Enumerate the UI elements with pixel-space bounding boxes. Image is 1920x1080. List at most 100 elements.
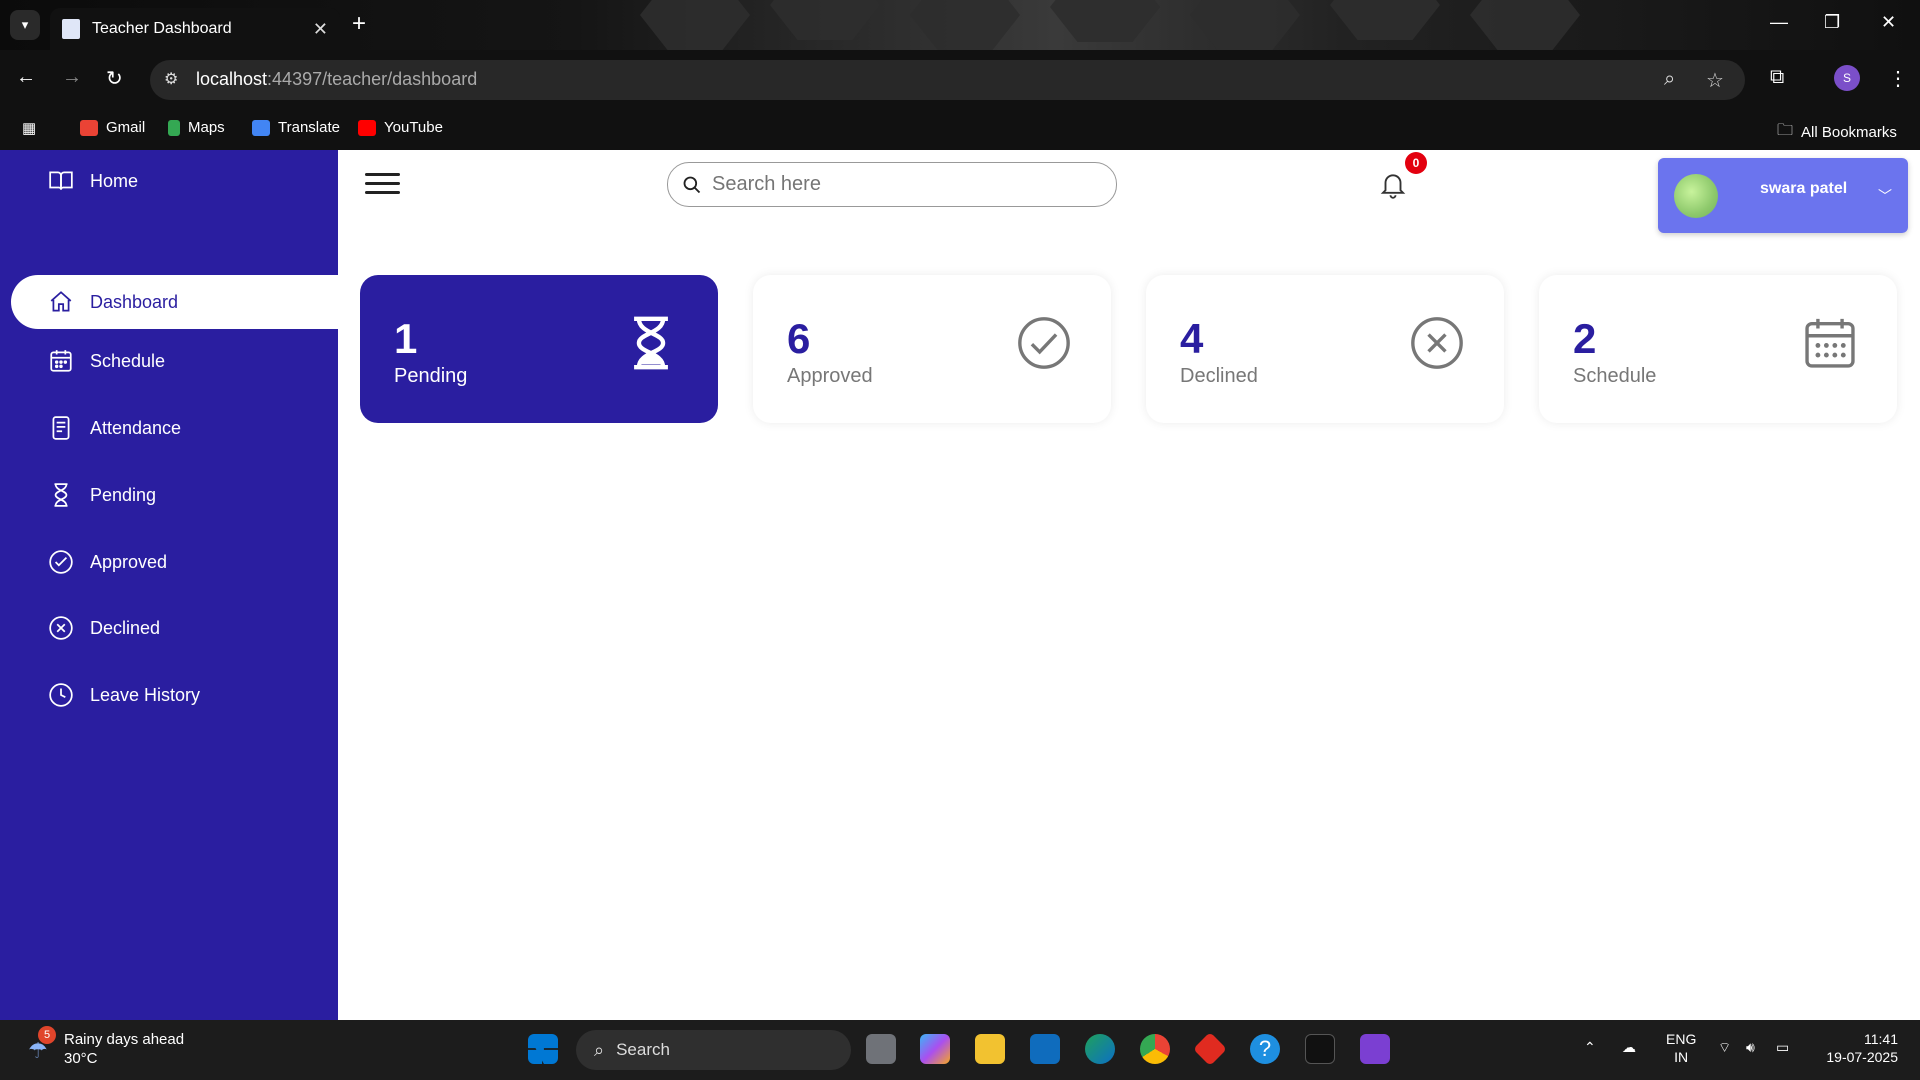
hamburger-menu-icon[interactable] — [365, 173, 400, 195]
stat-value: 1 — [394, 315, 418, 362]
visual-studio-icon[interactable] — [1360, 1034, 1390, 1064]
stat-card-approved[interactable]: 6 Approved — [753, 275, 1111, 423]
profile-avatar[interactable]: S — [1834, 65, 1860, 91]
tab-title: Teacher Dashboard — [92, 20, 232, 37]
weather-badge: 5 — [38, 1026, 56, 1044]
show-hidden-icons[interactable]: ⌃ — [1584, 1038, 1596, 1056]
forward-icon[interactable]: → — [62, 66, 82, 89]
taskbar-search-label: Search — [616, 1040, 670, 1059]
bookmark-translate[interactable]: Translate — [252, 119, 340, 136]
sidebar-item-approved[interactable]: Approved — [48, 549, 167, 575]
sidebar-item-pending[interactable]: Pending — [48, 482, 156, 508]
close-tab-icon[interactable]: ✕ — [313, 19, 328, 40]
bookmark-star-icon[interactable]: ☆ — [1706, 68, 1724, 93]
sidebar-item-label: Declined — [90, 617, 161, 638]
os-taskbar: ☂ 5 Rainy days ahead 30°C ⌕ Search ? ⌃ ☁… — [0, 1020, 1920, 1080]
back-icon[interactable]: ← — [16, 66, 36, 89]
extensions-icon[interactable]: ⧉ — [1770, 66, 1784, 89]
reload-icon[interactable]: ↻ — [106, 66, 123, 91]
bookmark-gmail[interactable]: Gmail — [80, 119, 145, 136]
language-indicator[interactable]: ENG IN — [1666, 1030, 1696, 1066]
stat-card-schedule[interactable]: 2 Schedule — [1539, 275, 1897, 423]
all-bookmarks[interactable]: 🗀 All Bookmarks — [1777, 119, 1897, 146]
tab-search-button[interactable]: ▾ — [10, 10, 40, 40]
bookmark-label: YouTube — [384, 119, 443, 136]
weather-icon: ☂ 5 — [24, 1026, 56, 1063]
url-host: localhost — [196, 69, 268, 89]
gmail-icon — [80, 119, 98, 136]
copilot-icon[interactable] — [920, 1034, 950, 1064]
windows-start-icon[interactable] — [528, 1034, 558, 1064]
bookmark-maps[interactable]: Maps — [168, 119, 225, 136]
sidebar-item-leave-history[interactable]: Leave History — [48, 682, 200, 708]
language-code: ENG — [1666, 1031, 1697, 1047]
weather-widget[interactable]: ☂ 5 Rainy days ahead 30°C — [24, 1026, 184, 1068]
browser-tab-strip: ▾ Teacher Dashboard ✕ + — ❐ ✕ — [0, 0, 1920, 50]
wifi-icon[interactable]: ⌔ — [1718, 1038, 1731, 1056]
hourglass-icon — [634, 316, 668, 370]
sidebar-item-label: Leave History — [90, 684, 201, 705]
sidebar-item-dashboard[interactable]: Dashboard — [11, 275, 338, 329]
store-icon[interactable] — [1030, 1034, 1060, 1064]
volume-icon[interactable]: 🔊︎ — [1746, 1038, 1755, 1056]
browser-tab[interactable]: Teacher Dashboard ✕ — [50, 8, 340, 50]
hourglass-icon — [54, 483, 68, 507]
bookmark-label: Maps — [188, 119, 225, 136]
task-view-icon[interactable] — [866, 1034, 896, 1064]
url-text[interactable]: localhost:44397/teacher/dashboard — [196, 69, 477, 90]
sidebar-item-label: Schedule — [90, 350, 166, 371]
minimize-icon[interactable]: — — [1770, 12, 1788, 33]
app-diamond-icon[interactable] — [1193, 1032, 1227, 1066]
taskbar-search[interactable]: ⌕ Search — [576, 1030, 851, 1070]
zoom-icon[interactable]: ⌕ — [1664, 68, 1675, 91]
apps-grid-icon[interactable]: ▦ — [22, 119, 36, 137]
region-code: IN — [1674, 1049, 1689, 1065]
check-circle-icon — [1018, 317, 1070, 369]
search-icon: ⌕ — [594, 1039, 605, 1060]
youtube-icon — [358, 119, 376, 136]
menu-kebab-icon[interactable]: ⋮ — [1888, 66, 1908, 91]
address-bar[interactable]: ⚙ localhost:44397/teacher/dashboard ⌕ ☆ — [150, 60, 1745, 100]
site-info-icon[interactable]: ⚙ — [164, 69, 188, 91]
edge-icon[interactable] — [1085, 1034, 1115, 1064]
sidebar-item-attendance[interactable]: Attendance — [48, 415, 181, 441]
onedrive-icon[interactable]: ☁ — [1622, 1038, 1636, 1056]
clock[interactable]: 11:41 19-07-2025 — [1818, 1030, 1898, 1066]
user-menu[interactable]: swara patel ﹀ — [1658, 158, 1908, 233]
x-circle-icon — [1411, 317, 1463, 369]
restore-icon[interactable]: ❐ — [1824, 12, 1840, 33]
search-box[interactable] — [667, 162, 1117, 207]
sidebar-item-home[interactable]: Home — [48, 168, 138, 194]
stat-card-pending[interactable]: 1 Pending — [360, 275, 718, 423]
notification-badge: 0 — [1405, 152, 1427, 174]
file-explorer-icon[interactable] — [975, 1034, 1005, 1064]
wallpaper-shape — [1470, 0, 1580, 50]
help-icon[interactable]: ? — [1250, 1034, 1280, 1064]
new-tab-button[interactable]: + — [352, 12, 366, 36]
url-path: :44397/teacher/dashboard — [267, 69, 478, 89]
sidebar-item-declined[interactable]: Declined — [48, 615, 160, 641]
search-icon — [683, 176, 701, 193]
sidebar-item-schedule[interactable]: Schedule — [48, 348, 165, 374]
search-input[interactable] — [712, 173, 1092, 196]
clock-icon — [49, 683, 73, 707]
stat-card-declined[interactable]: 4 Declined — [1146, 275, 1504, 423]
battery-icon[interactable]: ▭ — [1776, 1038, 1789, 1056]
user-name: swara patel — [1760, 180, 1848, 197]
bookmarks-bar: ▦ Gmail Maps Translate YouTube 🗀 All Book… — [0, 108, 1920, 150]
wallpaper-shape — [1330, 0, 1440, 40]
stat-value: 4 — [1180, 315, 1204, 362]
bookmark-label: Gmail — [106, 119, 146, 136]
close-window-icon[interactable]: ✕ — [1881, 12, 1896, 33]
bell-icon[interactable] — [1378, 168, 1408, 200]
clock-date: 19-07-2025 — [1826, 1049, 1898, 1065]
app-box-icon[interactable] — [1305, 1034, 1335, 1064]
translate-icon — [252, 119, 270, 136]
chrome-icon[interactable] — [1140, 1034, 1170, 1064]
maps-icon — [168, 119, 180, 136]
chevron-down-icon[interactable]: ﹀ — [1878, 186, 1892, 206]
wallpaper-shape — [1050, 0, 1160, 42]
bookmark-youtube[interactable]: YouTube — [358, 119, 443, 136]
calendar-icon — [1805, 318, 1855, 368]
bookmark-label: Translate — [278, 119, 340, 136]
